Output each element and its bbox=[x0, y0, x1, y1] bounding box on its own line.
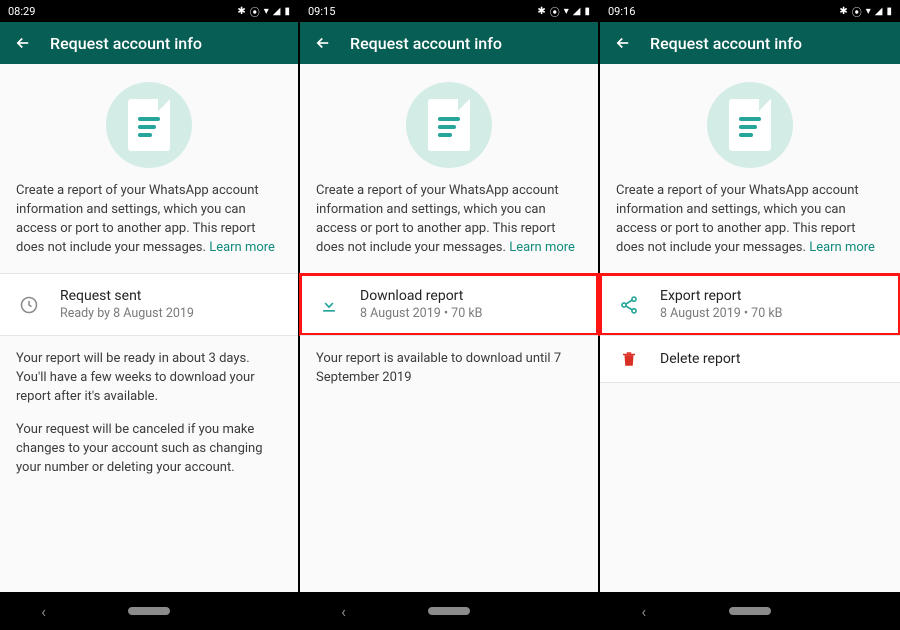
note-paragraph-2: Your request will be canceled if you mak… bbox=[16, 421, 282, 478]
battery-icon: ▮ bbox=[886, 6, 892, 17]
nav-back-icon[interactable]: ‹ bbox=[641, 602, 646, 621]
status-icons: ✱ ⦿ ▾ ◢ ▮ bbox=[237, 4, 290, 19]
learn-more-link[interactable]: Learn more bbox=[209, 240, 275, 255]
bluetooth-icon: ✱ bbox=[839, 6, 847, 17]
description-text: Create a report of your WhatsApp account… bbox=[300, 182, 598, 273]
download-report-item[interactable]: Download report 8 August 2019 • 70 kB bbox=[300, 274, 598, 335]
appbar-title: Request account info bbox=[50, 34, 202, 53]
download-icon bbox=[318, 295, 340, 315]
info-note: Your report is available to download unt… bbox=[300, 336, 598, 402]
app-bar: Request account info bbox=[300, 22, 598, 64]
share-icon bbox=[618, 295, 640, 315]
wifi-icon: ▾ bbox=[866, 6, 871, 17]
status-bar: 09:16 ✱ ⦿ ▾ ◢ ▮ bbox=[600, 0, 900, 22]
learn-more-link[interactable]: Learn more bbox=[509, 240, 575, 255]
battery-icon: ▮ bbox=[584, 6, 590, 17]
phone-screen-2: 09:15 ✱ ⦿ ▾ ◢ ▮ Request account info Cre… bbox=[300, 0, 600, 630]
arrow-left-icon bbox=[614, 34, 632, 52]
status-time: 09:15 bbox=[308, 5, 335, 18]
learn-more-link[interactable]: Learn more bbox=[809, 240, 875, 255]
description-text: Create a report of your WhatsApp account… bbox=[0, 182, 298, 273]
divider bbox=[600, 382, 900, 383]
status-time: 09:16 bbox=[608, 5, 635, 18]
arrow-left-icon bbox=[314, 34, 332, 52]
vibrate-icon: ⦿ bbox=[852, 4, 862, 19]
description-text: Create a report of your WhatsApp account… bbox=[600, 182, 900, 273]
request-sent-item[interactable]: Request sent Ready by 8 August 2019 bbox=[0, 274, 298, 335]
document-icon bbox=[428, 99, 470, 151]
export-report-item[interactable]: Export report 8 August 2019 • 70 kB bbox=[600, 274, 900, 335]
clock-icon bbox=[18, 295, 40, 315]
item-secondary: 8 August 2019 • 70 kB bbox=[360, 306, 482, 321]
nav-home-pill[interactable] bbox=[128, 607, 170, 615]
back-button[interactable] bbox=[14, 34, 32, 52]
back-button[interactable] bbox=[314, 34, 332, 52]
phone-screen-3: 09:16 ✱ ⦿ ▾ ◢ ▮ Request account info Cre… bbox=[600, 0, 900, 630]
app-bar: Request account info bbox=[600, 22, 900, 64]
status-bar: 09:15 ✱ ⦿ ▾ ◢ ▮ bbox=[300, 0, 598, 22]
screenshot-row: 08:29 ✱ ⦿ ▾ ◢ ▮ Request account info Cre… bbox=[0, 0, 900, 630]
item-primary: Request sent bbox=[60, 288, 194, 304]
note-paragraph-1: Your report is available to download unt… bbox=[316, 350, 582, 388]
vibrate-icon: ⦿ bbox=[250, 4, 260, 19]
vibrate-icon: ⦿ bbox=[550, 4, 560, 19]
nav-home-pill[interactable] bbox=[729, 607, 771, 615]
item-secondary: 8 August 2019 • 70 kB bbox=[660, 306, 782, 321]
trash-icon bbox=[618, 350, 640, 368]
nav-bar: ‹ ‹ bbox=[600, 592, 900, 630]
item-primary: Export report bbox=[660, 288, 782, 304]
note-paragraph-1: Your report will be ready in about 3 day… bbox=[16, 350, 282, 407]
bluetooth-icon: ✱ bbox=[537, 6, 545, 17]
signal-icon: ◢ bbox=[573, 6, 581, 17]
app-bar: Request account info bbox=[0, 22, 298, 64]
phone-screen-1: 08:29 ✱ ⦿ ▾ ◢ ▮ Request account info Cre… bbox=[0, 0, 300, 630]
status-time: 08:29 bbox=[8, 5, 35, 18]
status-bar: 08:29 ✱ ⦿ ▾ ◢ ▮ bbox=[0, 0, 298, 22]
info-note: Your report will be ready in about 3 day… bbox=[0, 336, 298, 491]
nav-bar: ‹ ‹ bbox=[300, 592, 598, 630]
status-icons: ✱ ⦿ ▾ ◢ ▮ bbox=[537, 4, 590, 19]
wifi-icon: ▾ bbox=[264, 6, 269, 17]
hero-illustration bbox=[300, 64, 598, 182]
bluetooth-icon: ✱ bbox=[237, 6, 245, 17]
delete-report-item[interactable]: Delete report bbox=[600, 336, 900, 382]
status-icons: ✱ ⦿ ▾ ◢ ▮ bbox=[839, 4, 892, 19]
back-button[interactable] bbox=[614, 34, 632, 52]
document-icon bbox=[128, 99, 170, 151]
signal-icon: ◢ bbox=[273, 6, 281, 17]
hero-illustration bbox=[600, 64, 900, 182]
nav-home-pill[interactable] bbox=[428, 607, 470, 615]
wifi-icon: ▾ bbox=[564, 6, 569, 17]
nav-back-icon[interactable]: ‹ bbox=[341, 602, 346, 621]
arrow-left-icon bbox=[14, 34, 32, 52]
appbar-title: Request account info bbox=[650, 34, 802, 53]
item-primary: Delete report bbox=[660, 351, 740, 367]
nav-bar: ‹ ‹ bbox=[0, 592, 298, 630]
battery-icon: ▮ bbox=[284, 6, 290, 17]
item-primary: Download report bbox=[360, 288, 482, 304]
item-secondary: Ready by 8 August 2019 bbox=[60, 306, 194, 321]
hero-illustration bbox=[0, 64, 298, 182]
signal-icon: ◢ bbox=[875, 6, 883, 17]
nav-back-icon[interactable]: ‹ bbox=[41, 602, 46, 621]
document-icon bbox=[729, 99, 771, 151]
appbar-title: Request account info bbox=[350, 34, 502, 53]
